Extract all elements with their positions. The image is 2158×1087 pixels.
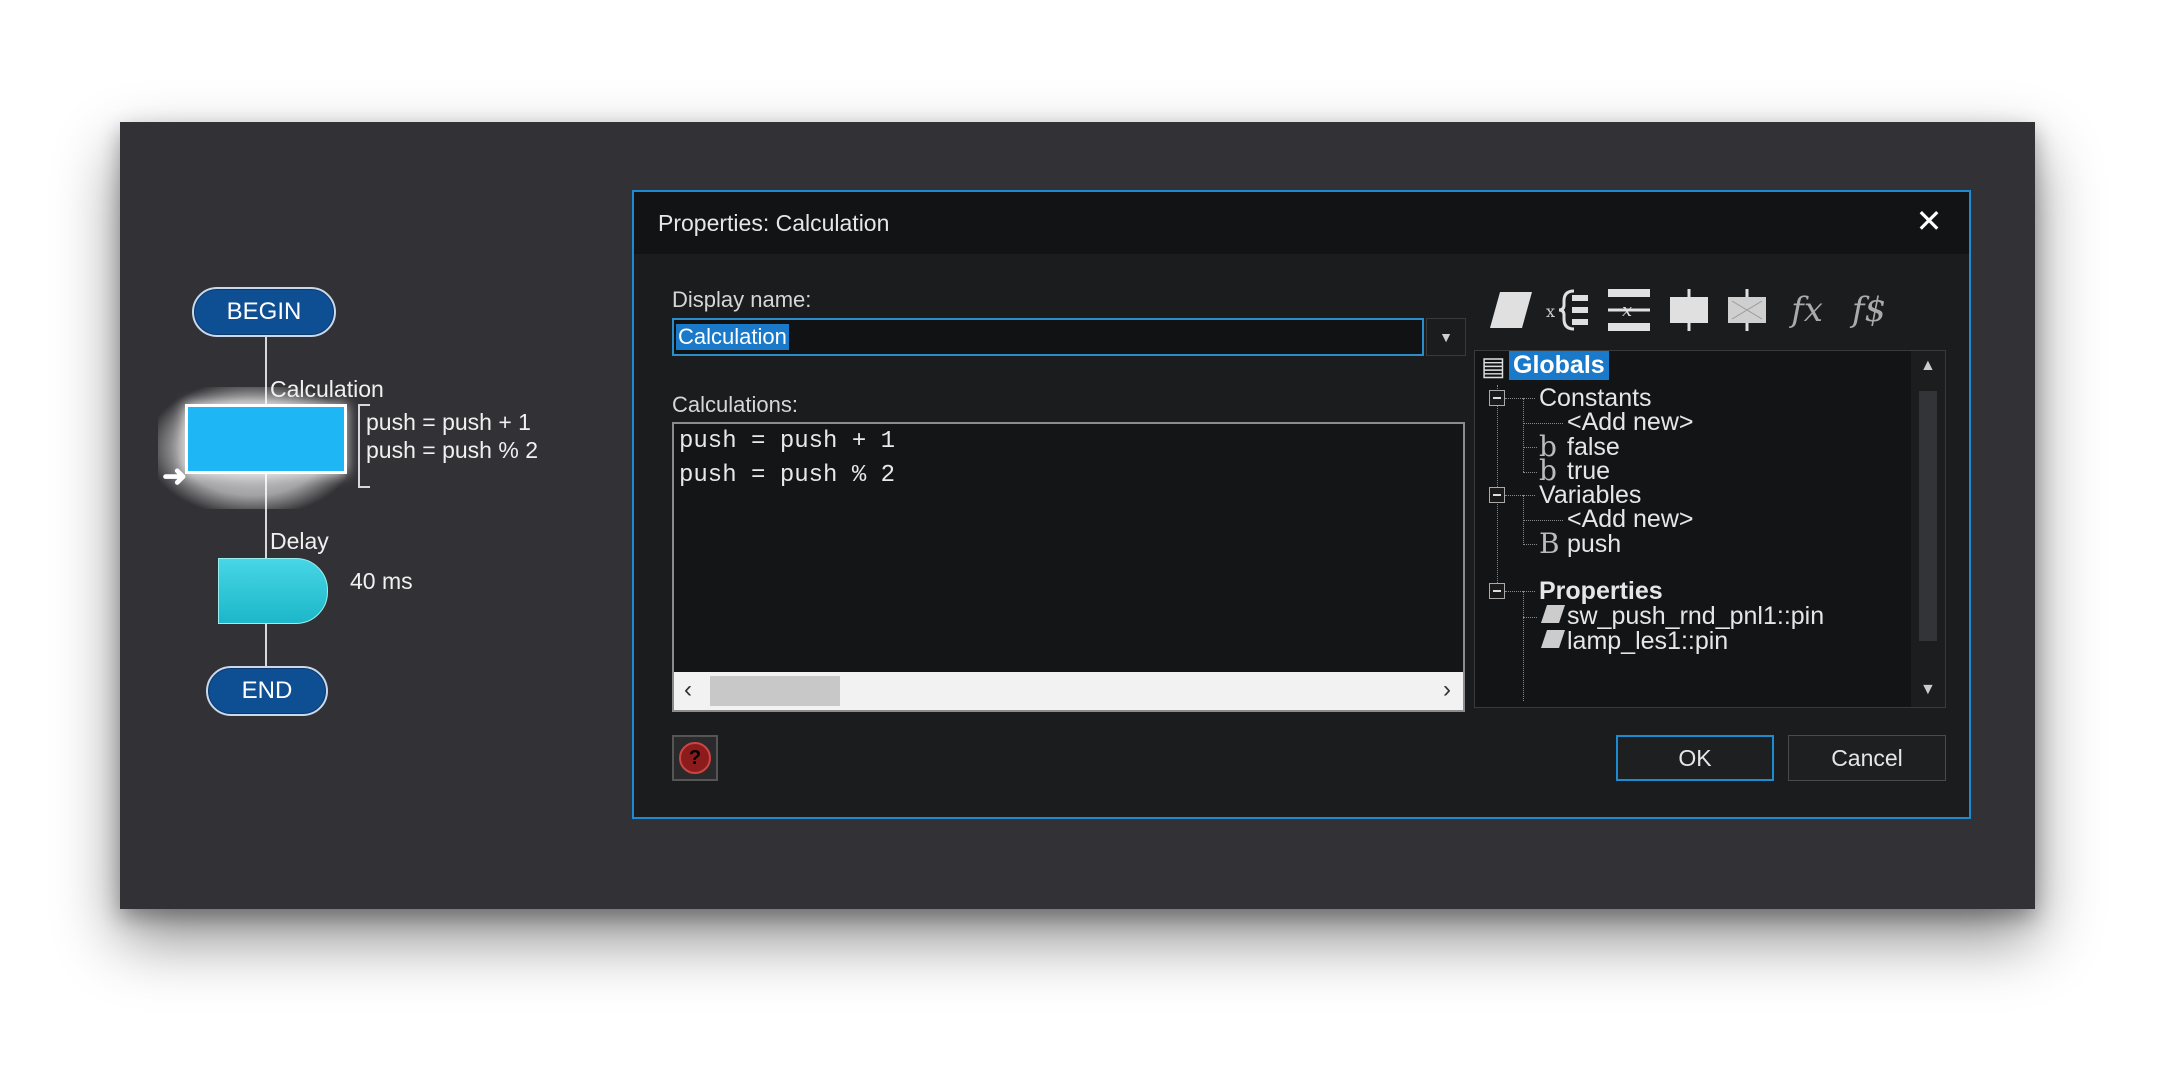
delay-value: 40 ms <box>350 568 413 594</box>
globals-icon: ▤ <box>1481 351 1506 381</box>
calculation-block[interactable] <box>185 404 347 474</box>
tree-connector <box>1523 544 1537 545</box>
scroll-thumb[interactable] <box>1919 391 1937 641</box>
io-block-icon[interactable] <box>1722 286 1772 334</box>
tree-connector <box>1505 398 1535 399</box>
display-name-input[interactable]: Calculation <box>672 318 1424 356</box>
calculations-editor[interactable]: push = push + 1 push = push % 2 ‹ › <box>672 422 1465 712</box>
tree-connector <box>1523 591 1524 701</box>
calculations-label: Calculations: <box>672 392 798 417</box>
property-icon <box>1539 628 1567 657</box>
tree-connector <box>1505 495 1535 496</box>
expression-icon[interactable]: x <box>1604 286 1654 334</box>
string-function-icon[interactable]: f$ <box>1844 286 1894 334</box>
current-step-arrow-icon: ➜ <box>162 460 188 493</box>
boolean-variable-icon: B <box>1539 527 1560 560</box>
code-line-2: push = push % 2 <box>679 462 896 489</box>
code-line-1: push = push + 1 <box>679 428 896 455</box>
collapse-icon[interactable] <box>1489 487 1505 503</box>
begin-terminator[interactable]: BEGIN <box>192 287 336 337</box>
tree-connector <box>1523 472 1537 473</box>
svg-text:x: x <box>1622 300 1632 321</box>
dialog-titlebar: Properties: Calculation ✕ <box>634 192 1969 254</box>
collapse-icon[interactable] <box>1489 390 1505 406</box>
display-name-value: Calculation <box>676 324 789 350</box>
svg-text:x: x <box>1546 302 1555 321</box>
parallelogram-icon[interactable] <box>1486 286 1536 334</box>
connector-line <box>265 622 267 666</box>
tree-connector <box>1505 591 1535 592</box>
tree-prop-2[interactable]: lamp_les1::pin <box>1567 627 1728 656</box>
flowchart-canvas: BEGIN Calculation push = push + 1 push =… <box>120 122 2035 909</box>
function-icon[interactable]: fx <box>1782 286 1832 334</box>
tree-connector <box>1523 617 1537 618</box>
symbol-tree[interactable]: ▤ Globals Constants <Add new> b false b … <box>1474 350 1946 708</box>
chevron-down-icon: ▼ <box>1439 329 1453 345</box>
io-port-icon[interactable] <box>1664 286 1714 334</box>
scroll-left-icon[interactable]: ‹ <box>684 676 692 704</box>
delay-block[interactable] <box>218 558 328 624</box>
vertical-scrollbar[interactable]: ▲ ▼ <box>1911 351 1945 707</box>
collapse-icon[interactable] <box>1489 583 1505 599</box>
tree-connector <box>1523 447 1537 448</box>
scroll-thumb[interactable] <box>710 676 840 706</box>
calculation-line-2: push = push % 2 <box>366 437 538 463</box>
properties-dialog: Properties: Calculation ✕ Display name: … <box>632 190 1971 819</box>
display-name-label: Display name: <box>672 287 812 312</box>
help-button[interactable]: ? <box>672 735 718 781</box>
ok-button[interactable]: OK <box>1616 735 1774 781</box>
cancel-button[interactable]: Cancel <box>1788 735 1946 781</box>
scroll-down-icon[interactable]: ▼ <box>1920 681 1936 699</box>
scroll-right-icon[interactable]: › <box>1443 676 1451 704</box>
tree-connector <box>1523 423 1563 424</box>
scroll-up-icon[interactable]: ▲ <box>1920 357 1936 375</box>
dialog-title: Properties: Calculation <box>658 210 890 236</box>
insert-toolbar: x x fx f$ <box>1486 280 1926 340</box>
delay-title: Delay <box>270 528 329 554</box>
variable-icon[interactable]: x <box>1544 286 1594 334</box>
help-icon: ? <box>679 742 711 774</box>
end-terminator[interactable]: END <box>206 666 328 716</box>
close-button[interactable]: ✕ <box>1911 203 1947 239</box>
tree-connector <box>1523 398 1524 472</box>
calculation-title: Calculation <box>270 376 384 402</box>
tree-var-push[interactable]: push <box>1567 530 1621 559</box>
tree-connector <box>1523 520 1563 521</box>
horizontal-scrollbar[interactable]: ‹ › <box>674 672 1463 710</box>
calculation-line-1: push = push + 1 <box>366 409 531 435</box>
display-name-dropdown-button[interactable]: ▼ <box>1426 318 1466 356</box>
tree-root-globals[interactable]: Globals <box>1509 351 1609 380</box>
